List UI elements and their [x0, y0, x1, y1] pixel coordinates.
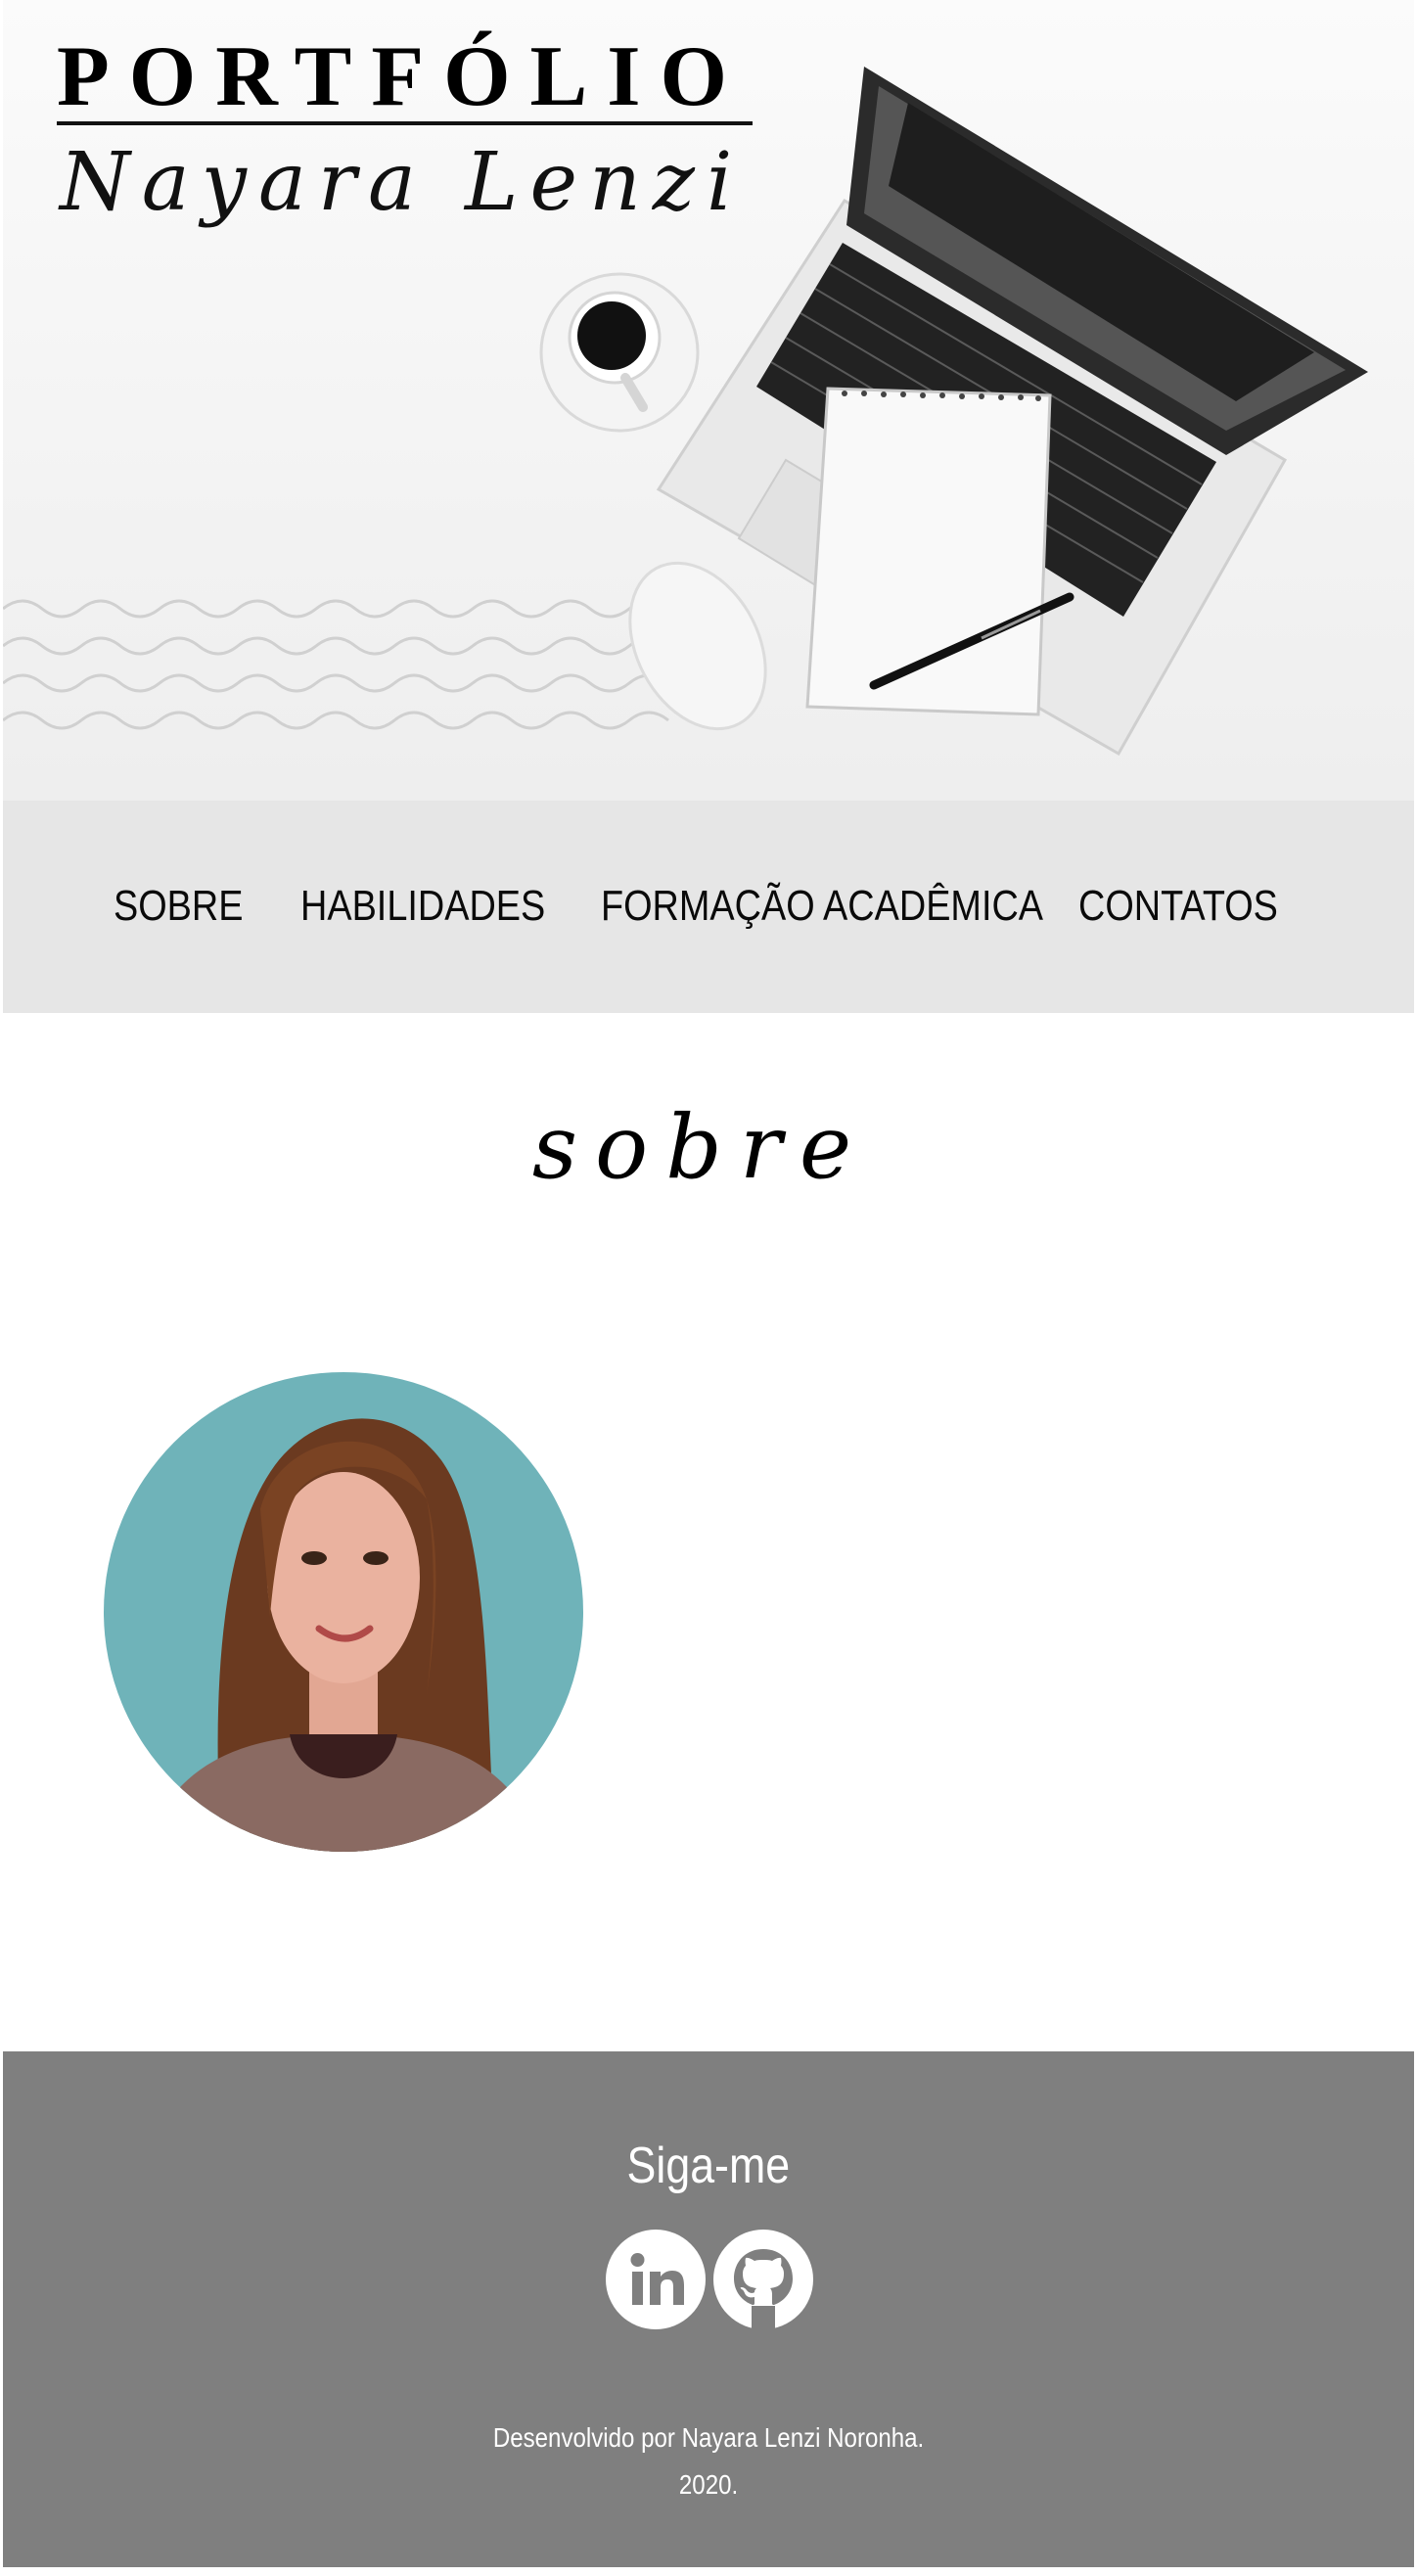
github-link[interactable]: [713, 2230, 813, 2329]
linkedin-icon: [606, 2230, 706, 2329]
notebook-icon: [805, 387, 1074, 716]
coffee-cup-icon: [539, 272, 700, 433]
footer: Siga-me Desenvolvido por Nayara Lenzi No…: [3, 2051, 1414, 2567]
nav-item-sobre[interactable]: SOBRE: [114, 882, 243, 930]
credits-text-line1: Desenvolvido por Nayara Lenzi Noronha.: [492, 2422, 925, 2453]
credits-text: Desenvolvido por Nayara Lenzi Noronha.: [3, 2421, 1414, 2455]
about-heading-text: sobre: [531, 1096, 870, 1199]
credits-text-line2: 2020.: [678, 2469, 739, 2500]
hero-subtitle: Nayara Lenzi: [60, 136, 745, 229]
hero-title-underline: [57, 121, 753, 125]
nav-item-contatos[interactable]: CONTATOS: [1078, 882, 1278, 930]
hero-title: PORTFÓLIO: [57, 29, 747, 124]
credits-year: 2020.: [3, 2468, 1414, 2502]
avatar-icon: [104, 1372, 583, 1852]
main-navigation: SOBRE HABILIDADES FORMAÇÃO ACADÊMICA CON…: [3, 801, 1414, 1013]
about-heading: sobre: [0, 1104, 1417, 1192]
nav-item-habilidades[interactable]: HABILIDADES: [300, 882, 545, 930]
hero-banner: PORTFÓLIO Nayara Lenzi: [3, 0, 1414, 801]
linkedin-link[interactable]: [606, 2230, 706, 2329]
follow-title: Siga-me: [3, 2138, 1414, 2194]
github-icon: [713, 2230, 813, 2329]
follow-title-text: Siga-me: [626, 2138, 791, 2194]
profile-photo: [104, 1372, 583, 1852]
nav-item-formacao-academica[interactable]: FORMAÇÃO ACADÊMICA: [601, 882, 1043, 930]
